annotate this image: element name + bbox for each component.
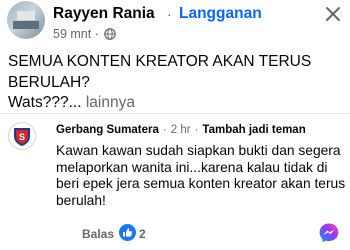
- close-icon[interactable]: [323, 4, 343, 24]
- add-friend-button[interactable]: Tambah jadi teman: [202, 124, 305, 136]
- post-author-name[interactable]: Rayyen Rania: [53, 5, 155, 23]
- comment-header: Gerbang Sumatera · 2 hr · Tambah jadi te…: [56, 124, 306, 136]
- avatar-detail: [13, 21, 39, 29]
- shield-logo-icon: S: [14, 128, 30, 146]
- post-text-second: Wats???...: [8, 94, 82, 111]
- svg-text:S: S: [19, 132, 25, 142]
- avatar-detail: [17, 11, 35, 20]
- divider: [0, 113, 350, 114]
- separator-dot: ·: [162, 124, 167, 136]
- post-time[interactable]: 59 mnt ·: [53, 27, 99, 41]
- separator-dot: ·: [167, 6, 172, 22]
- comment-time[interactable]: 2 hr: [171, 124, 191, 136]
- post-text: SEMUA KONTEN KREATOR AKAN TERUS BERULAH?: [8, 53, 312, 91]
- post-meta: 59 mnt ·: [53, 27, 116, 41]
- messenger-icon[interactable]: [318, 222, 340, 244]
- post-body: SEMUA KONTEN KREATOR AKAN TERUS BERULAH?…: [8, 52, 342, 114]
- comment-author-name[interactable]: Gerbang Sumatera: [56, 124, 159, 136]
- globe-icon: [104, 28, 116, 40]
- subscribe-button[interactable]: Langganan: [179, 5, 262, 23]
- see-more-link[interactable]: lainnya: [86, 94, 135, 111]
- comment-author-avatar[interactable]: S: [8, 122, 36, 150]
- separator-dot: ·: [194, 124, 199, 136]
- like-reaction-icon[interactable]: [119, 224, 136, 241]
- reply-button[interactable]: Balas: [82, 227, 114, 241]
- post-author-avatar[interactable]: [7, 1, 45, 39]
- comment-text: Kawan kawan sudah siapkan bukti dan sege…: [56, 143, 346, 208]
- like-count: 2: [139, 227, 146, 241]
